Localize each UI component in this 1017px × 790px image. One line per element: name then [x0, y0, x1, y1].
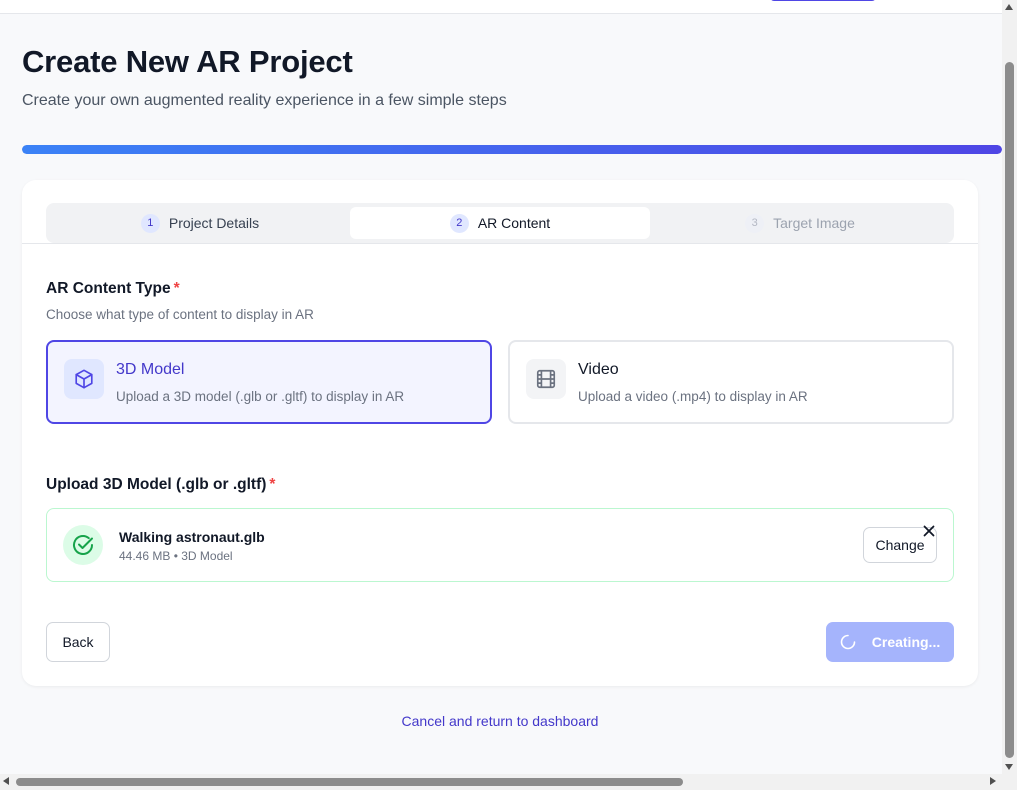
option-description: Upload a video (.mp4) to display in AR: [578, 389, 808, 404]
nav-active-indicator: [770, 0, 876, 1]
step-tabs: 1 Project Details 2 AR Content 3 Target …: [46, 203, 954, 243]
required-marker: *: [269, 476, 276, 493]
tab-ar-content[interactable]: 2 AR Content: [350, 207, 650, 239]
content-type-video-option[interactable]: Video Upload a video (.mp4) to display i…: [508, 340, 954, 424]
file-name: Walking astronaut.glb: [119, 529, 265, 545]
option-description: Upload a 3D model (.glb or .gltf) to dis…: [116, 389, 405, 404]
tab-label: Project Details: [168, 215, 260, 231]
required-marker: *: [173, 280, 180, 297]
uploaded-file-card: Walking astronaut.glb 44.46 MB • 3D Mode…: [46, 508, 954, 582]
progress-bar-fill: [22, 145, 1002, 154]
file-meta: 44.46 MB • 3D Model: [119, 549, 233, 563]
cancel-link[interactable]: Cancel and return to dashboard: [0, 713, 1000, 729]
tab-label: Target Image: [773, 215, 855, 231]
divider: [22, 243, 978, 244]
progress-bar: [22, 145, 1002, 154]
step-number-badge: 3: [745, 213, 765, 233]
option-title: Video: [578, 361, 619, 378]
scroll-down-icon[interactable]: [1005, 764, 1013, 770]
close-icon[interactable]: [921, 523, 937, 539]
scroll-left-icon[interactable]: [3, 777, 9, 785]
tab-target-image[interactable]: 3 Target Image: [650, 207, 950, 239]
upload-label: Upload 3D Model (.glb or .gltf) *: [46, 476, 275, 494]
horizontal-scrollbar-thumb[interactable]: [16, 778, 683, 786]
back-button[interactable]: Back: [46, 622, 110, 662]
page-subtitle: Create your own augmented reality experi…: [22, 92, 507, 109]
create-project-button[interactable]: Creating...: [826, 622, 954, 662]
horizontal-scrollbar[interactable]: [0, 774, 1017, 790]
content-type-3d-model-option[interactable]: 3D Model Upload a 3D model (.glb or .glt…: [46, 340, 492, 424]
wizard-card: 1 Project Details 2 AR Content 3 Target …: [22, 180, 978, 686]
vertical-scrollbar-thumb[interactable]: [1005, 62, 1014, 758]
option-title: 3D Model: [116, 361, 185, 378]
content-type-label: AR Content Type *: [46, 280, 180, 298]
page: Create New AR Project Create your own au…: [0, 0, 1017, 790]
scroll-right-icon[interactable]: [990, 777, 996, 785]
vertical-scrollbar[interactable]: [1002, 0, 1017, 774]
create-button-label: Creating...: [871, 634, 941, 650]
step-number-badge: 2: [449, 213, 469, 233]
check-circle-icon: [63, 525, 103, 565]
cube-icon: [64, 359, 104, 399]
top-navigation-bar: [0, 0, 1002, 14]
scroll-up-icon[interactable]: [1005, 4, 1013, 10]
film-icon: [526, 359, 566, 399]
spinner-icon: [840, 634, 856, 650]
upload-label-text: Upload 3D Model (.glb or .gltf): [46, 476, 267, 493]
page-title: Create New AR Project: [22, 44, 353, 79]
tab-project-details[interactable]: 1 Project Details: [50, 207, 350, 239]
content-type-label-text: AR Content Type: [46, 280, 171, 297]
content-type-hint: Choose what type of content to display i…: [46, 307, 314, 322]
step-number-badge: 1: [140, 213, 160, 233]
tab-label: AR Content: [477, 215, 551, 231]
